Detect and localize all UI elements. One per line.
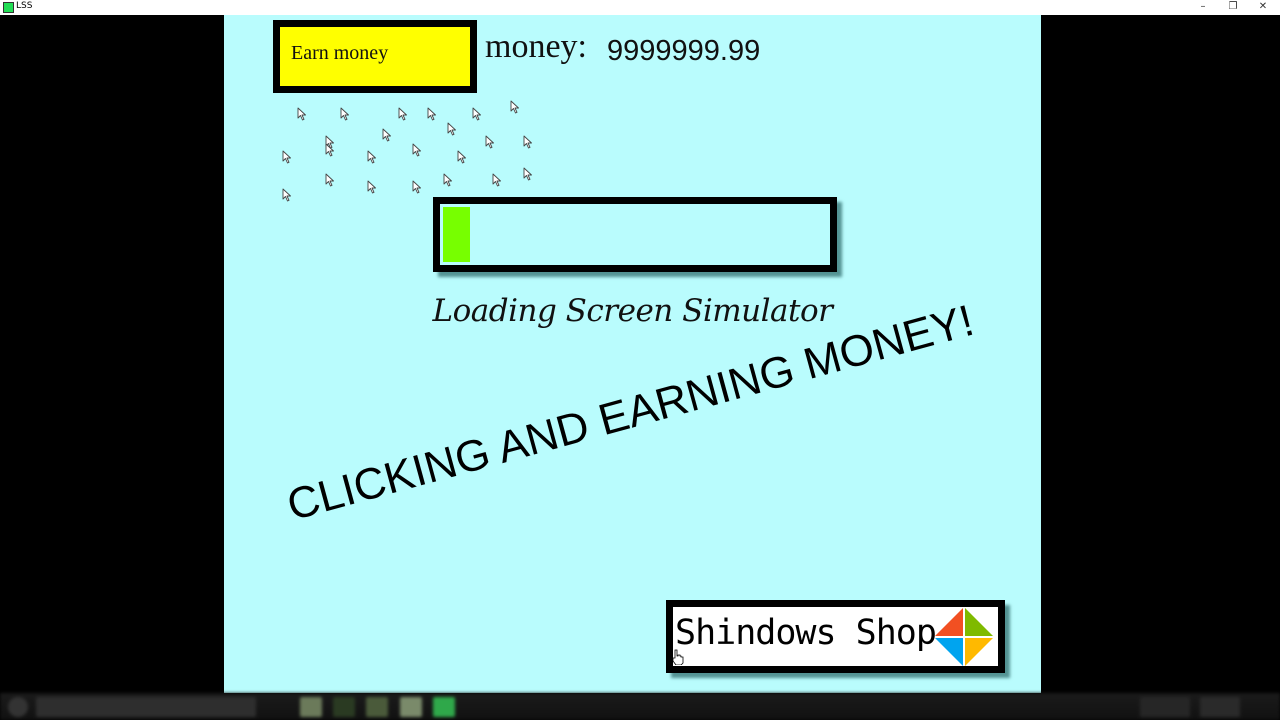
taskbar-app[interactable]: [400, 697, 422, 717]
arrow-cursor-icon: [382, 128, 391, 142]
arrow-cursor-icon: [485, 135, 494, 149]
arrow-cursor-icon: [523, 135, 532, 149]
arrow-cursor-icon: [412, 143, 421, 157]
money-value: 9999999.99: [607, 35, 761, 67]
minimize-button[interactable]: –: [1188, 0, 1218, 15]
app-icon: [3, 2, 14, 13]
restore-button[interactable]: ❐: [1218, 0, 1248, 15]
arrow-cursor-icon: [427, 107, 436, 121]
taskbar: [0, 693, 1280, 720]
earn-money-button[interactable]: Earn money: [273, 20, 477, 93]
arrow-cursor-icon: [367, 150, 376, 164]
system-tray[interactable]: [1140, 697, 1190, 717]
taskbar-app[interactable]: [366, 697, 388, 717]
arrow-cursor-icon: [492, 173, 501, 187]
arrow-cursor-icon: [297, 107, 306, 121]
arrow-cursor-icon: [510, 100, 519, 114]
money-label: money:: [485, 28, 587, 65]
earn-money-label: Earn money: [291, 42, 389, 64]
shindows-logo-icon: [935, 608, 993, 666]
taskbar-app[interactable]: [300, 697, 322, 717]
shop-label: Shindows Shop: [675, 613, 937, 653]
arrow-cursor-icon: [472, 107, 481, 121]
arrow-cursor-icon: [325, 143, 334, 157]
taskbar-app[interactable]: [333, 697, 355, 717]
taskbar-app-lss[interactable]: [433, 697, 455, 717]
arrow-cursor-icon: [412, 180, 421, 194]
close-button[interactable]: ✕: [1248, 0, 1278, 15]
arrow-cursor-icon: [340, 107, 349, 121]
arrow-cursor-icon: [443, 173, 452, 187]
hand-pointer-icon: [672, 649, 684, 665]
loading-progress-bar: [433, 197, 837, 272]
game-canvas: Earn money money: 9999999.99 Loading Scr…: [224, 15, 1041, 693]
arrow-cursor-icon: [523, 167, 532, 181]
arrow-cursor-icon: [457, 150, 466, 164]
arrow-cursor-icon: [398, 107, 407, 121]
arrow-cursor-icon: [282, 188, 291, 202]
arrow-cursor-icon: [447, 122, 456, 136]
progress-fill: [443, 207, 470, 262]
shindows-shop-button[interactable]: Shindows Shop: [666, 600, 1005, 673]
arrow-cursor-icon: [282, 150, 291, 164]
clock[interactable]: [1200, 697, 1240, 717]
window-titlebar: LSS – ❐ ✕: [0, 0, 1280, 15]
start-button[interactable]: [8, 697, 28, 717]
window-title: LSS: [16, 1, 33, 11]
taskbar-search[interactable]: [36, 697, 256, 717]
slogan-text: CLICKING AND EARNING MONEY!: [282, 295, 979, 531]
arrow-cursor-icon: [325, 173, 334, 187]
arrow-cursor-icon: [367, 180, 376, 194]
